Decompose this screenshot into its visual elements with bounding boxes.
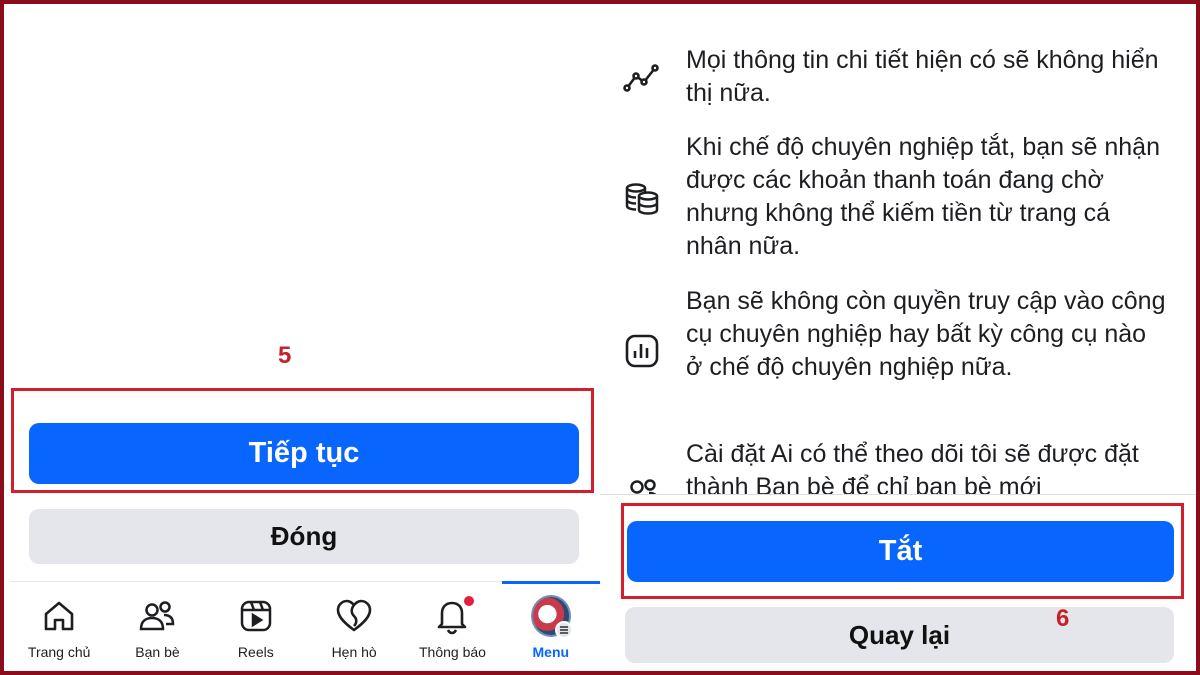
tab-label: Hẹn hò: [331, 644, 377, 660]
tab-label: Menu: [532, 644, 570, 660]
tab-home[interactable]: Trang chủ: [10, 582, 108, 671]
close-button[interactable]: Đóng: [29, 509, 579, 564]
turn-off-button[interactable]: Tắt: [627, 521, 1174, 582]
avatar-menu-icon: [530, 595, 573, 639]
tab-label: Trang chủ: [27, 644, 91, 660]
continue-button[interactable]: Tiếp tục: [29, 423, 579, 484]
bottom-tab-bar: Trang chủ Bạn bè Reels Hẹn hò Thông báo …: [10, 581, 601, 671]
notification-badge: [462, 594, 477, 608]
tab-label: Bạn bè: [135, 644, 180, 660]
insights-line-icon: [622, 58, 662, 98]
avatar: [530, 595, 573, 639]
reels-icon: [236, 596, 276, 636]
step-number-6: 6: [1056, 605, 1070, 632]
tab-dating[interactable]: Hẹn hò: [305, 582, 403, 671]
divider: [600, 494, 1196, 495]
tab-label: Reels: [237, 644, 274, 660]
friends-icon: [137, 596, 177, 636]
left-screen: [4, 4, 600, 671]
home-icon: [39, 596, 79, 636]
info-text: Mọi thông tin chi tiết hiện có sẽ không …: [686, 46, 1159, 107]
tab-notifications[interactable]: Thông báo: [403, 582, 501, 671]
info-text: Khi chế độ chuyên nghiệp tắt, bạn sẽ nhậ…: [686, 133, 1160, 260]
info-text: Bạn sẽ không còn quyền truy cập vào công…: [686, 287, 1166, 381]
tab-label: Thông báo: [419, 644, 486, 660]
menu-lines-icon: [554, 621, 573, 639]
tab-friends[interactable]: Bạn bè: [108, 582, 206, 671]
tab-reels[interactable]: Reels: [207, 582, 305, 671]
back-button[interactable]: Quay lại: [625, 607, 1174, 663]
step-number-5: 5: [278, 342, 292, 369]
tab-menu[interactable]: Menu: [501, 581, 601, 671]
dashboard-chart-icon: [622, 331, 662, 371]
dating-heart-icon: [334, 596, 374, 636]
coins-stack-icon: [622, 179, 662, 219]
